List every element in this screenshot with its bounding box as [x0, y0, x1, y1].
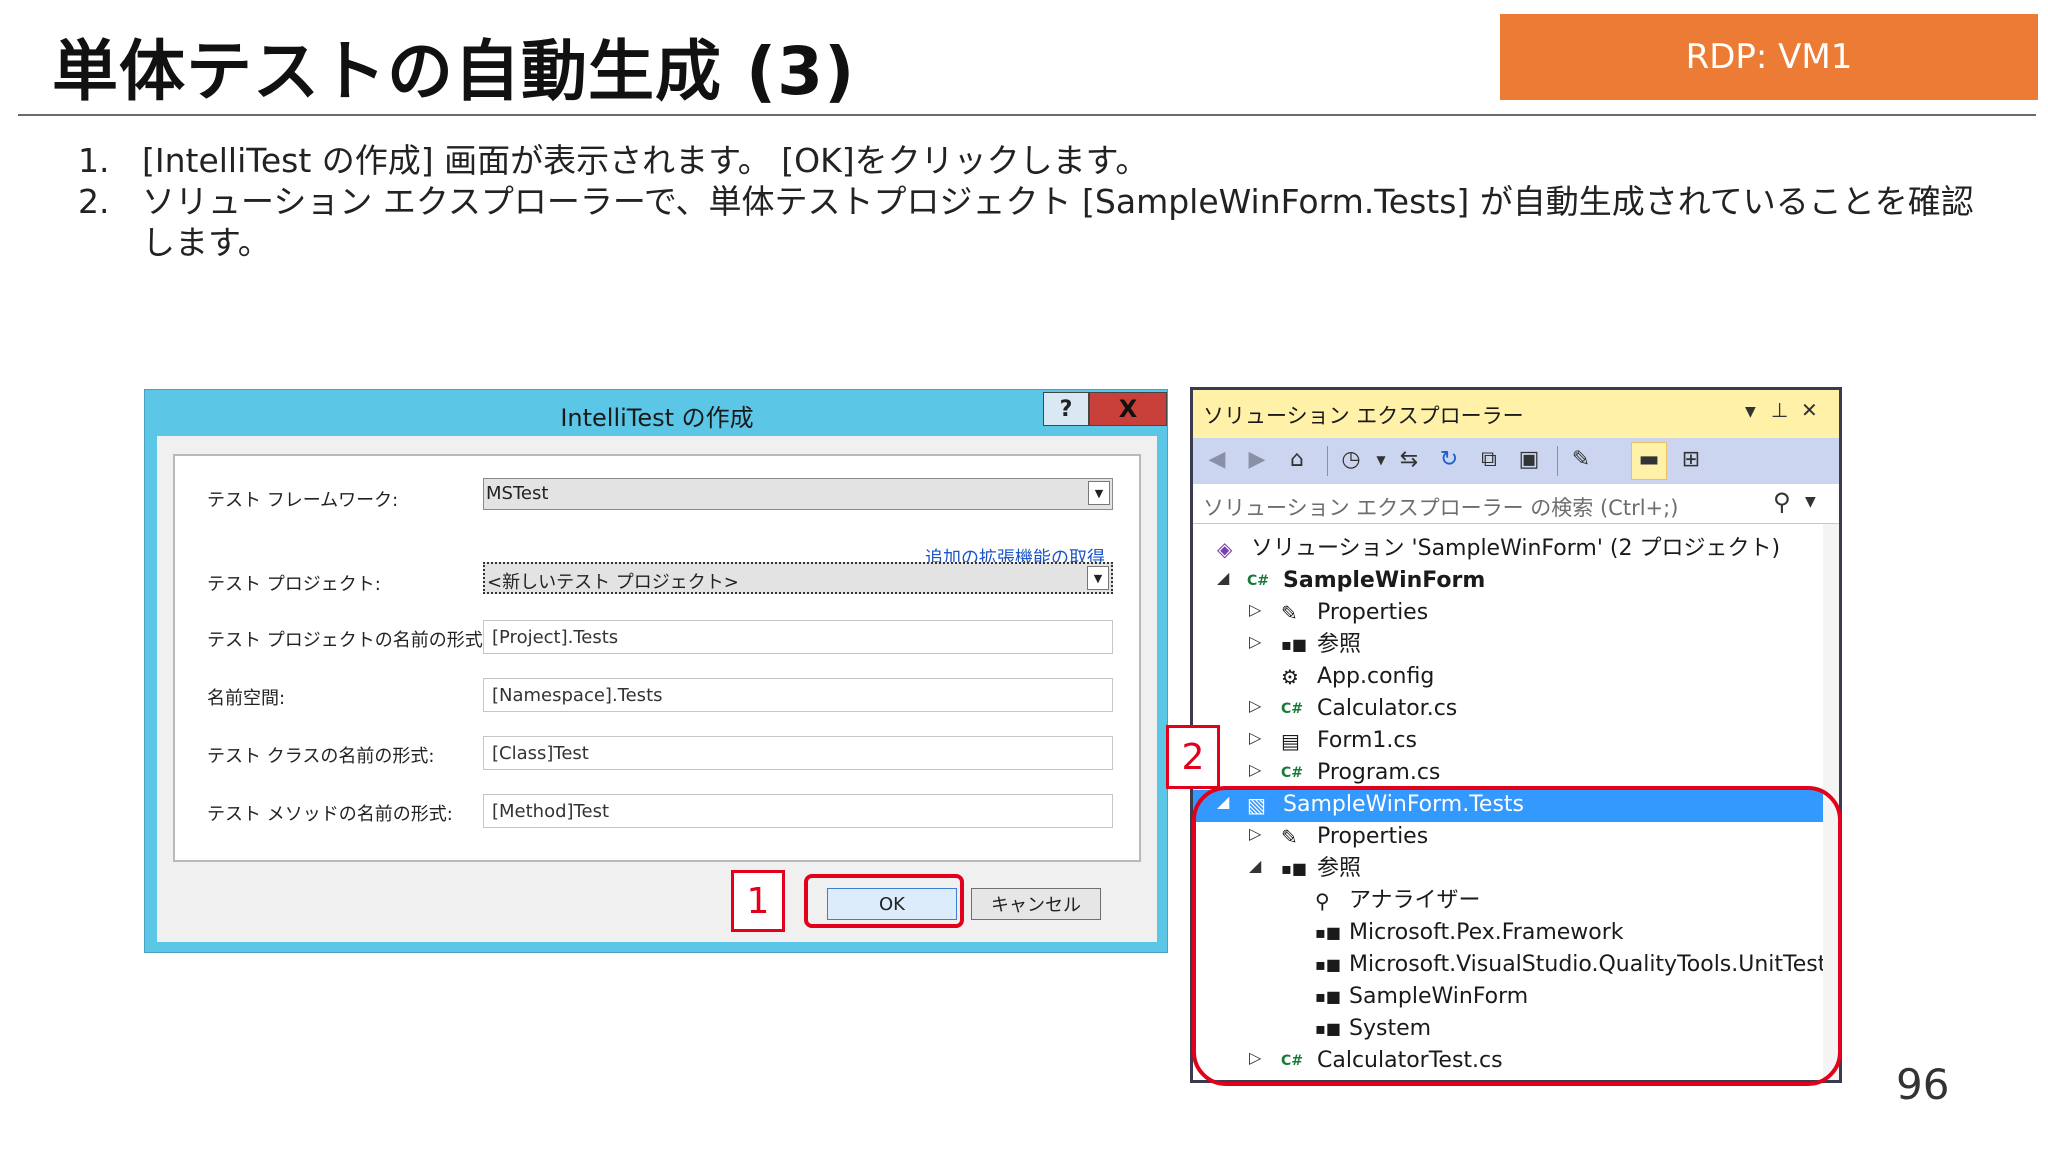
tree-item-solution[interactable]: ◈ ソリューション 'SampleWinForm' (2 プロジェクト) — [1193, 534, 1823, 566]
collapsed-arrow-icon[interactable]: ▷ — [1249, 728, 1261, 747]
tree-item[interactable]: ▷ ✎ Properties — [1193, 598, 1823, 630]
tree-item-label: Calculator.cs — [1317, 696, 1458, 721]
page-number: 96 — [1896, 1060, 1950, 1109]
chevron-down-icon[interactable]: ▼ — [1369, 448, 1393, 472]
framework-value: MSTest — [486, 483, 549, 504]
class-name-input[interactable]: [Class]Test — [483, 736, 1113, 770]
intellitest-dialog: IntelliTest の作成 ? X テスト フレームワーク: MSTest … — [144, 389, 1168, 953]
framework-select[interactable]: MSTest ▼ — [483, 478, 1113, 510]
pin-icon[interactable]: ⊥ — [1771, 398, 1788, 422]
tree-item-label: ソリューション 'SampleWinForm' (2 プロジェクト) — [1251, 536, 1781, 561]
csharp-project-icon: C# — [1247, 573, 1270, 589]
close-icon[interactable]: ✕ — [1801, 398, 1818, 422]
home-icon[interactable]: ⌂ — [1285, 448, 1309, 472]
collapsed-arrow-icon[interactable]: ▷ — [1249, 760, 1261, 779]
tree-item-project[interactable]: ◢ C# SampleWinForm — [1193, 566, 1823, 598]
explorer-title: ソリューション エクスプローラー — [1203, 404, 1524, 428]
step-2: 2. ソリューション エクスプローラーで、単体テストプロジェクト [Sample… — [78, 181, 1978, 263]
class-diagram-icon[interactable]: ⊞ — [1679, 448, 1703, 472]
collapsed-arrow-icon[interactable]: ▷ — [1249, 600, 1261, 619]
project-name-label: テスト プロジェクトの名前の形式: — [207, 630, 489, 651]
namespace-input[interactable]: [Namespace].Tests — [483, 678, 1113, 712]
chevron-down-icon[interactable]: ▼ — [1087, 566, 1109, 590]
method-name-input[interactable]: [Method]Test — [483, 794, 1113, 828]
expanded-arrow-icon[interactable]: ◢ — [1217, 568, 1229, 587]
dropdown-icon[interactable]: ▼ — [1745, 404, 1756, 420]
cancel-button[interactable]: キャンセル — [971, 888, 1101, 920]
tree-item-label: Program.cs — [1317, 760, 1441, 785]
chevron-down-icon[interactable]: ▼ — [1805, 494, 1816, 510]
instruction-steps: 1. [IntelliTest の作成] 画面が表示されます。 [OK]をクリッ… — [78, 140, 1978, 263]
references-icon: ▪■ — [1281, 635, 1307, 654]
ok-highlight — [804, 874, 964, 928]
step-text: [IntelliTest の作成] 画面が表示されます。 [OK]をクリックしま… — [142, 141, 1149, 180]
tree-item-label: App.config — [1317, 664, 1435, 689]
slide-title: 単体テストの自動生成 (3) — [52, 33, 856, 110]
solution-icon: ◈ — [1217, 537, 1233, 561]
wrench-icon: ✎ — [1281, 601, 1298, 625]
preview-icon[interactable]: ▬ — [1637, 448, 1661, 472]
collapsed-arrow-icon[interactable]: ▷ — [1249, 696, 1261, 715]
explorer-search-box[interactable]: ソリューション エクスプローラー の検索 (Ctrl+;) ⚲ ▼ — [1193, 484, 1839, 524]
csharp-file-icon: C# — [1281, 765, 1304, 781]
csharp-file-icon: C# — [1281, 701, 1304, 717]
tree-item-label: Form1.cs — [1317, 728, 1417, 753]
show-all-files-icon[interactable]: ▣ — [1517, 448, 1541, 472]
step-number: 1. — [78, 141, 110, 180]
tree-item-label: SampleWinForm — [1283, 568, 1486, 593]
config-icon: ⚙ — [1281, 665, 1299, 689]
chevron-down-icon[interactable]: ▼ — [1088, 481, 1110, 505]
step-1: 1. [IntelliTest の作成] 画面が表示されます。 [OK]をクリッ… — [78, 140, 1978, 181]
explorer-toolbar: ◀ ▶ ⌂ ◷ ▼ ⇆ ↻ ⧉ ▣ ✎ ▬ ⊞ — [1193, 438, 1839, 484]
dialog-body: テスト フレームワーク: MSTest ▼ 追加の拡張機能の取得 テスト プロジ… — [157, 436, 1157, 942]
form-icon: ▤ — [1281, 729, 1300, 753]
tree-item[interactable]: ▷ ▪■ 参照 — [1193, 630, 1823, 662]
project-select[interactable]: <新しいテスト プロジェクト> ▼ — [483, 562, 1113, 594]
search-icon[interactable]: ⚲ — [1773, 488, 1791, 516]
tree-item[interactable]: ▷ ▤ Form1.cs — [1193, 726, 1823, 758]
close-button[interactable]: X — [1089, 392, 1167, 426]
tree-item[interactable]: ⚙ App.config — [1193, 662, 1823, 694]
class-name-label: テスト クラスの名前の形式: — [207, 746, 435, 767]
rdp-badge: RDP: VM1 — [1500, 14, 2038, 100]
history-icon[interactable]: ◷ — [1339, 448, 1363, 472]
explorer-titlebar: ソリューション エクスプローラー ▼ ⊥ ✕ — [1193, 390, 1839, 438]
toolbar-separator — [1557, 446, 1558, 476]
forward-icon[interactable]: ▶ — [1245, 448, 1269, 472]
refresh-icon[interactable]: ↻ — [1437, 448, 1461, 472]
collapsed-arrow-icon[interactable]: ▷ — [1249, 632, 1261, 651]
settings-panel: テスト フレームワーク: MSTest ▼ 追加の拡張機能の取得 テスト プロジ… — [173, 454, 1141, 862]
namespace-label: 名前空間: — [207, 688, 286, 709]
step-number: 2. — [78, 182, 110, 221]
title-divider — [18, 114, 2036, 116]
project-name-input[interactable]: [Project].Tests — [483, 620, 1113, 654]
framework-label: テスト フレームワーク: — [207, 490, 399, 511]
toolbar-separator — [1327, 446, 1328, 476]
marker-1: 1 — [731, 870, 785, 932]
search-input[interactable]: ソリューション エクスプローラー の検索 (Ctrl+;) — [1203, 492, 1678, 522]
test-project-highlight — [1192, 786, 1842, 1086]
properties-wrench-icon[interactable]: ✎ — [1569, 448, 1593, 472]
sync-icon[interactable]: ⇆ — [1397, 448, 1421, 472]
marker-2: 2 — [1166, 725, 1220, 789]
dialog-title: IntelliTest の作成 — [560, 404, 754, 432]
method-name-label: テスト メソッドの名前の形式: — [207, 804, 453, 825]
project-value: <新しいテスト プロジェクト> — [487, 572, 739, 593]
collapse-all-icon[interactable]: ⧉ — [1477, 448, 1501, 472]
tree-item[interactable]: ▷ C# Calculator.cs — [1193, 694, 1823, 726]
tree-item-label: 参照 — [1317, 632, 1362, 657]
help-button[interactable]: ? — [1043, 392, 1089, 426]
step-text: ソリューション エクスプローラーで、単体テストプロジェクト [SampleWin… — [142, 182, 1974, 262]
project-label: テスト プロジェクト: — [207, 574, 381, 595]
back-icon[interactable]: ◀ — [1205, 448, 1229, 472]
tree-item-label: Properties — [1317, 600, 1429, 625]
